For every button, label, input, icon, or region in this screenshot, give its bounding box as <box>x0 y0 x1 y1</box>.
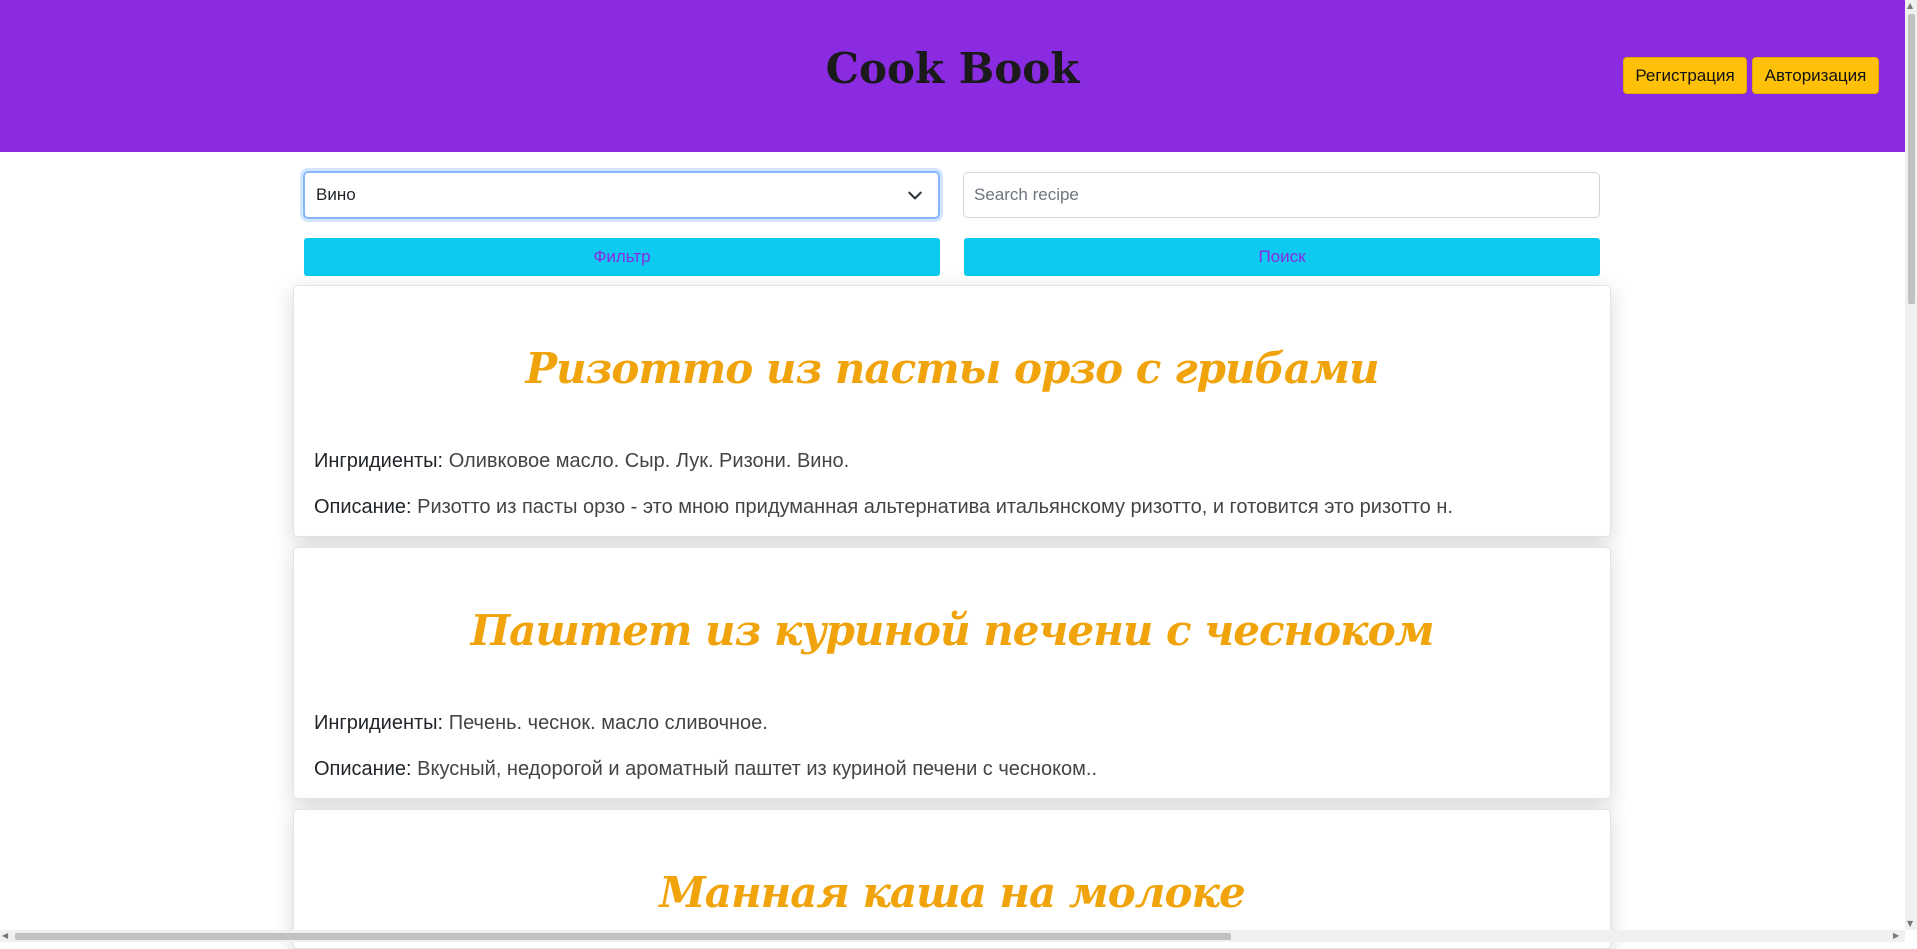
site-header: Cook Book Регистрация Авторизация <box>0 0 1905 152</box>
ingredients-label: Ингридиенты: <box>314 712 444 734</box>
ingredient-select[interactable]: Вино <box>303 171 940 219</box>
recipe-description: Описание: Вкусный, недорогой и ароматный… <box>314 758 1097 781</box>
recipe-card[interactable]: Паштет из куриной печени с чесноком Ингр… <box>293 547 1611 799</box>
scroll-up-icon[interactable]: ▲ <box>1907 1 1913 10</box>
description-text: Вкусный, недорогой и ароматный паштет из… <box>417 758 1098 780</box>
login-button[interactable]: Авторизация <box>1752 57 1879 94</box>
recipe-description: Описание: Ризотто из пасты орзо - это мн… <box>314 496 1453 519</box>
recipe-ingredients: Ингридиенты: Оливковое масло. Сыр. Лук. … <box>314 450 849 473</box>
ingredients-text: Оливковое масло. Сыр. Лук. Ризони. Вино. <box>448 450 850 472</box>
search-button[interactable]: Поиск <box>964 238 1600 276</box>
filter-button[interactable]: Фильтр <box>304 238 940 276</box>
horizontal-scroll-thumb[interactable] <box>15 933 1231 940</box>
ingredient-select-value: Вино <box>316 185 356 204</box>
site-logo[interactable]: Cook Book <box>0 44 1905 93</box>
scroll-down-icon[interactable]: ▼ <box>1907 919 1913 928</box>
recipe-title[interactable]: Манная каша на молоке <box>294 868 1610 917</box>
search-input[interactable] <box>963 172 1600 218</box>
recipe-card[interactable]: Ризотто из пасты орзо с грибами Ингридие… <box>293 285 1611 537</box>
description-text: Ризотто из пасты орзо - это мною придума… <box>417 496 1453 518</box>
description-label: Описание: <box>314 758 412 780</box>
ingredients-label: Ингридиенты: <box>314 450 444 472</box>
ingredients-text: Печень. чеснок. масло сливочное. <box>448 712 768 734</box>
scroll-right-icon[interactable]: ▶ <box>1893 931 1899 940</box>
register-button[interactable]: Регистрация <box>1623 57 1747 94</box>
recipe-ingredients: Ингридиенты: Печень. чеснок. масло сливо… <box>314 712 768 735</box>
recipe-card[interactable]: Манная каша на молоке <box>293 809 1611 949</box>
description-label: Описание: <box>314 496 412 518</box>
vertical-scroll-thumb[interactable] <box>1908 14 1915 304</box>
recipe-title[interactable]: Ризотто из пасты орзо с грибами <box>294 344 1610 393</box>
vertical-scrollbar[interactable]: ▲ ▼ <box>1905 0 1917 930</box>
scroll-left-icon[interactable]: ◀ <box>2 931 8 940</box>
chevron-down-icon <box>908 191 922 200</box>
recipe-title[interactable]: Паштет из куриной печени с чесноком <box>294 606 1610 655</box>
horizontal-scrollbar[interactable]: ◀ ▶ <box>0 930 1905 942</box>
